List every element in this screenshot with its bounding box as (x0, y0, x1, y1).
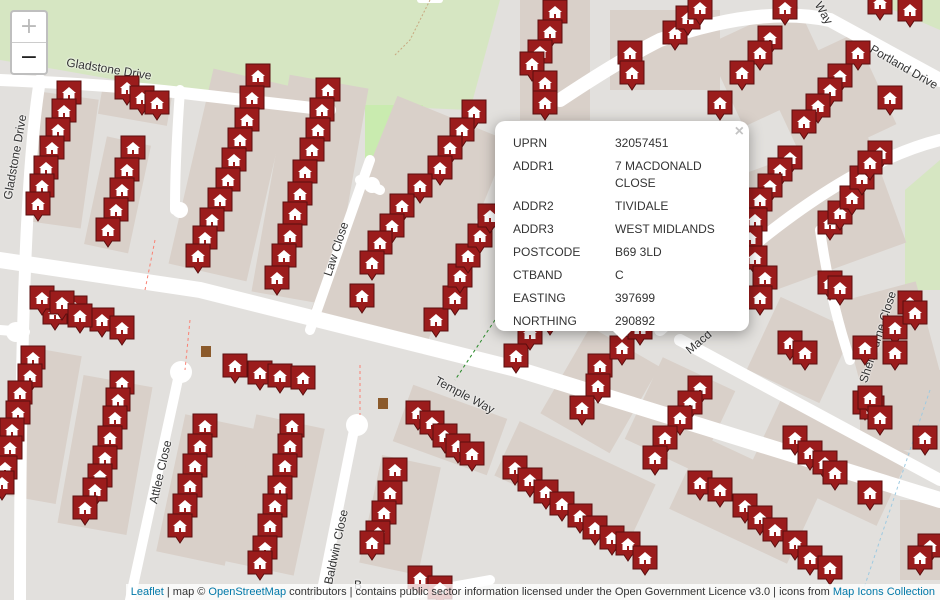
house-marker-icon[interactable] (867, 0, 893, 21)
house-marker-icon[interactable] (267, 363, 293, 394)
house-marker-icon[interactable] (532, 90, 558, 121)
popup-close-button[interactable]: × (735, 123, 744, 141)
house-marker-icon[interactable] (897, 0, 923, 28)
house-marker-icon[interactable] (867, 405, 893, 436)
house-marker-icon[interactable] (852, 335, 878, 366)
house-marker-icon[interactable] (264, 265, 290, 296)
popup-key: ADDR3 (513, 222, 554, 236)
house-marker-icon[interactable] (791, 109, 817, 140)
house-marker-icon[interactable] (827, 275, 853, 306)
house-marker-icon[interactable] (359, 250, 385, 281)
house-marker-icon[interactable] (67, 303, 93, 334)
popup-value: B69 3LD (615, 245, 662, 259)
house-marker-icon[interactable] (747, 285, 773, 316)
house-marker-icon[interactable] (72, 495, 98, 526)
attribution-text: | map © (163, 586, 209, 598)
house-marker-icon[interactable] (609, 335, 635, 366)
house-marker-icon[interactable] (632, 545, 658, 576)
osm-link[interactable]: OpenStreetMap (208, 586, 286, 598)
poi-icon (378, 398, 388, 409)
house-marker-icon[interactable] (772, 0, 798, 26)
popup-key: POSTCODE (513, 245, 581, 259)
house-marker-icon[interactable] (707, 90, 733, 121)
popup-value: C (615, 268, 624, 282)
house-marker-icon[interactable] (503, 343, 529, 374)
property-table: UPRN 32057451 ADDR1 7 MACDONALD CLOSE ADDR2 T… (513, 135, 735, 336)
house-marker-icon[interactable] (290, 365, 316, 396)
house-marker-icon[interactable] (619, 60, 645, 91)
icons-link[interactable]: Map Icons Collection (833, 586, 935, 598)
poi-icon (201, 346, 211, 357)
house-marker-icon[interactable] (642, 445, 668, 476)
popup-value: 397699 (615, 291, 656, 305)
popup-row: POSTCODE B69 3LD (513, 244, 735, 267)
map-attribution: Leaflet | map © OpenStreetMap contributo… (125, 584, 940, 600)
popup-value: TIVIDALE (615, 199, 669, 213)
house-marker-icon[interactable] (247, 550, 273, 581)
popup-key: CTBAND (513, 268, 563, 282)
popup-row: CTBAND C (513, 267, 735, 290)
marker-svg (0, 0, 940, 600)
house-marker-icon[interactable] (423, 307, 449, 338)
popup-key: ADDR1 (513, 159, 554, 173)
house-marker-icon[interactable] (822, 460, 848, 491)
popup-row: ADDR3 WEST MIDLANDS (513, 221, 735, 244)
popup-row: ADDR1 7 MACDONALD CLOSE (513, 158, 735, 198)
popup-row: NORTHING 290892 (513, 313, 735, 336)
marker-layer (0, 0, 940, 600)
popup-row: UPRN 32057451 (513, 135, 735, 158)
house-marker-icon[interactable] (167, 513, 193, 544)
house-marker-icon[interactable] (912, 425, 938, 456)
popup-row: ADDR2 TIVIDALE (513, 198, 735, 221)
leaflet-link[interactable]: Leaflet (131, 586, 164, 598)
house-marker-icon[interactable] (857, 480, 883, 511)
house-marker-icon[interactable] (707, 477, 733, 508)
popup-key: UPRN (513, 136, 548, 150)
house-marker-icon[interactable] (222, 353, 248, 384)
map-view[interactable]: Gladstone Drive Gladstone Drive Law Clos… (0, 0, 940, 600)
popup-key: EASTING (513, 291, 566, 305)
zoom-control: + − (10, 10, 48, 75)
popup-key: NORTHING (513, 314, 577, 328)
house-marker-icon[interactable] (185, 243, 211, 274)
popup-key: ADDR2 (513, 199, 554, 213)
popup-value: 32057451 (615, 136, 669, 150)
house-marker-icon[interactable] (0, 470, 15, 501)
house-marker-icon[interactable] (569, 395, 595, 426)
house-marker-icon[interactable] (95, 217, 121, 248)
property-popup: × UPRN 32057451 ADDR1 7 MACDONALD CLOSE ADDR… (495, 121, 749, 340)
house-marker-icon[interactable] (144, 90, 170, 121)
house-marker-icon[interactable] (459, 441, 485, 472)
house-marker-icon[interactable] (882, 340, 908, 371)
house-marker-icon[interactable] (109, 315, 135, 346)
house-marker-icon[interactable] (729, 60, 755, 91)
attribution-licence-text: contributors | contains public sector in… (286, 586, 833, 598)
zoom-in-button[interactable]: + (12, 12, 46, 42)
popup-value: 7 MACDONALD CLOSE (615, 159, 702, 190)
house-marker-icon[interactable] (25, 191, 51, 222)
house-marker-icon[interactable] (817, 555, 843, 586)
house-marker-icon[interactable] (792, 340, 818, 371)
house-marker-icon[interactable] (349, 283, 375, 314)
popup-value: WEST MIDLANDS (615, 222, 715, 236)
popup-value: 290892 (615, 314, 656, 328)
popup-row: EASTING 397699 (513, 290, 735, 313)
zoom-out-button[interactable]: − (12, 42, 46, 73)
house-marker-icon[interactable] (877, 85, 903, 116)
house-marker-icon[interactable] (907, 545, 933, 576)
house-marker-icon[interactable] (359, 530, 385, 561)
